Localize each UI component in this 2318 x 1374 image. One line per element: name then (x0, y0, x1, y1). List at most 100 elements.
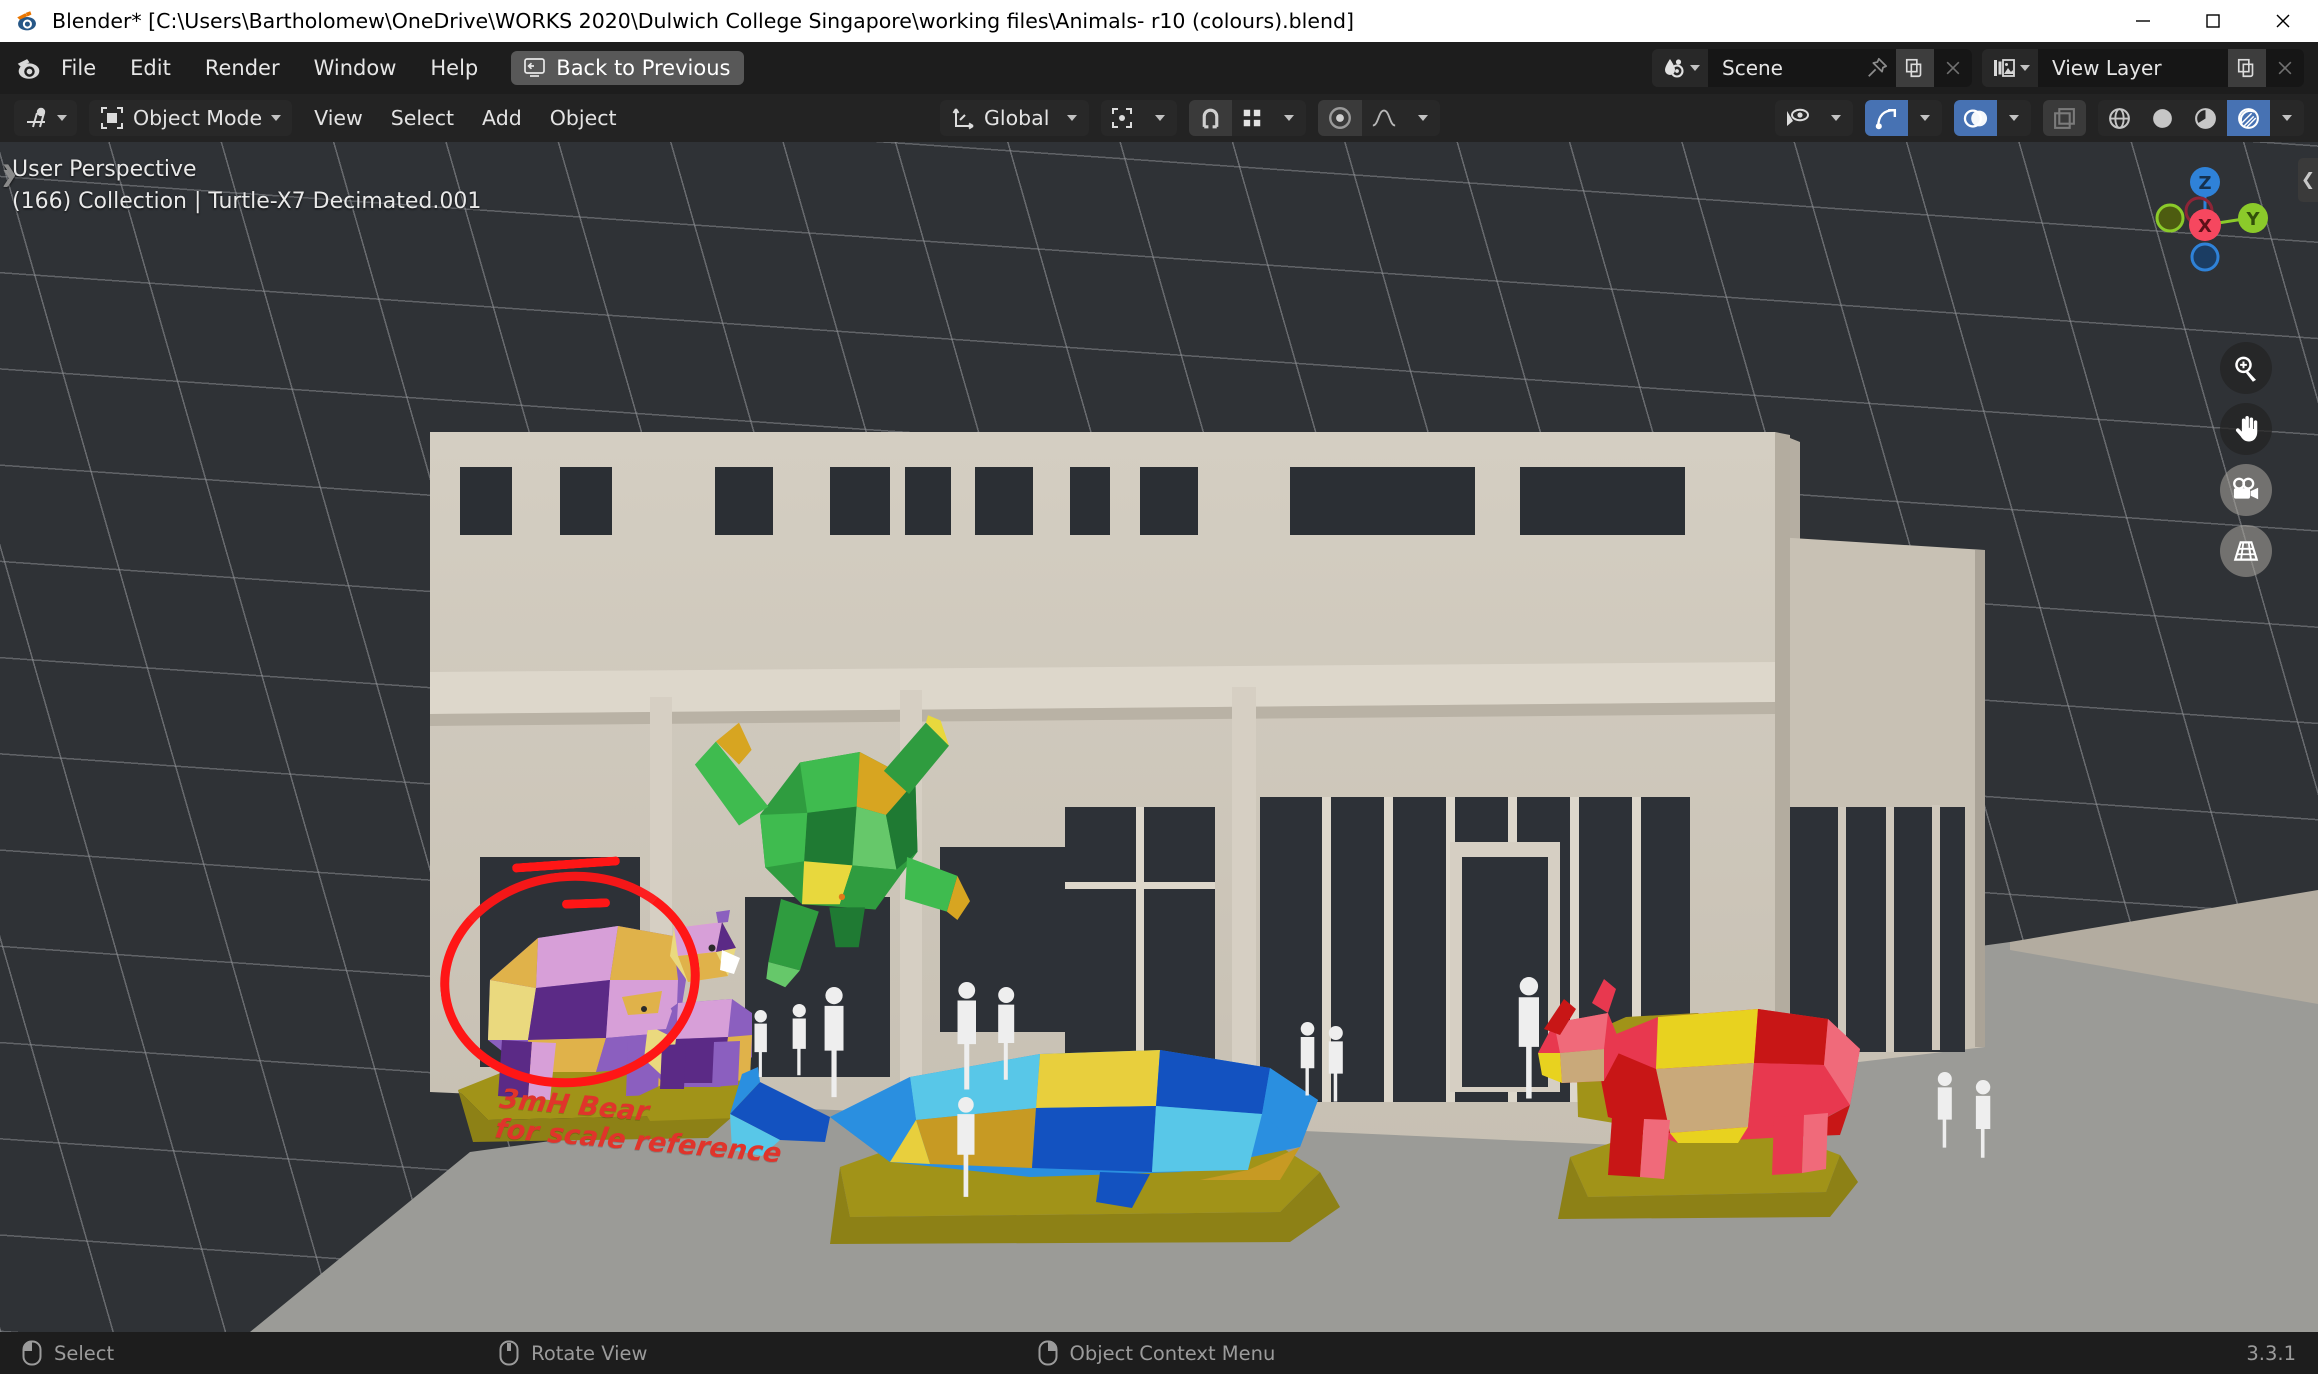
gizmo-axis-z-label: Z (2198, 173, 2211, 194)
gizmo-axis-x-label: X (2198, 216, 2212, 237)
viewport-sidebar-toggle[interactable]: ❮ (2298, 158, 2318, 202)
proportional-edit-toggle[interactable] (1318, 100, 1363, 136)
overlays-toggle-button[interactable] (1954, 100, 1997, 136)
shading-wireframe-icon (2109, 107, 2130, 129)
object-visibility-group[interactable] (1775, 100, 1853, 136)
snap-increment-icon (1244, 109, 1261, 127)
view-layer-new-button[interactable] (2228, 49, 2266, 87)
view-layer-selector[interactable]: View Layer (1982, 49, 2304, 87)
annotation-stroke-2 (561, 898, 611, 909)
viewport-menu-object[interactable]: Object (536, 103, 631, 133)
mouse-middle-button-icon (499, 1340, 519, 1366)
viewport-menu-view[interactable]: View (300, 103, 377, 133)
pivot-point-selector[interactable] (1101, 100, 1178, 136)
transform-orientation-label: Global (984, 106, 1050, 130)
scene-data-icon-button[interactable] (1652, 49, 1708, 87)
gizmo-axis-neg-z[interactable] (2190, 242, 2220, 272)
chevron-down-icon (2020, 65, 2030, 71)
view-layer-remove-button[interactable] (2266, 49, 2304, 87)
viewport-nav-buttons (2220, 342, 2272, 577)
status-rotate-view-label: Rotate View (531, 1341, 648, 1365)
gizmo-toggle-button[interactable] (1865, 100, 1908, 136)
navigation-gizmo[interactable]: Z Y X (2130, 150, 2280, 300)
menu-help[interactable]: Help (415, 52, 493, 84)
chevron-down-icon (1067, 115, 1078, 121)
snapping-group[interactable] (1189, 100, 1307, 136)
camera-view-button[interactable] (2220, 464, 2272, 516)
object-visibility-icon (1787, 108, 1809, 126)
shading-material-preview-button[interactable] (2184, 100, 2227, 136)
move-view-button[interactable] (2220, 403, 2272, 455)
blender-window: Blender* [C:\Users\Bartholomew\OneDrive\… (0, 0, 2318, 1374)
move-view-icon (2235, 416, 2258, 442)
gizmo-icon (1875, 108, 1897, 129)
overlays-group[interactable] (1954, 100, 2031, 136)
status-bar: Select Rotate View Object Context Menu 3… (0, 1332, 2318, 1374)
viewport-toolbar-toggle[interactable]: ❯ (0, 158, 16, 198)
viewport-header-center-group: Global (940, 100, 1441, 136)
scene-selector[interactable]: Scene (1652, 49, 1972, 87)
scene-unlink-button[interactable] (1934, 49, 1972, 87)
view-layer-name-field[interactable]: View Layer (2038, 49, 2228, 87)
scene-name-field[interactable]: Scene (1708, 49, 1858, 87)
snap-toggle-button[interactable] (1189, 100, 1233, 136)
blender-logo-icon (17, 11, 36, 31)
topbar-right-group: Scene View Layer (1652, 49, 2318, 87)
gizmo-axis-neg-y[interactable] (2155, 203, 2185, 233)
viewport-menu-add[interactable]: Add (468, 103, 536, 133)
object-mode-icon (101, 107, 123, 129)
pin-icon (1868, 57, 1888, 77)
maximize-button[interactable] (2178, 0, 2248, 42)
back-to-previous-button[interactable]: Back to Previous (511, 51, 745, 85)
snap-target-button[interactable] (1232, 100, 1272, 136)
chevron-down-icon (1155, 115, 1166, 121)
orientation-axes-icon (952, 108, 974, 130)
shading-wireframe-button[interactable] (2098, 100, 2141, 136)
scene-pin-button[interactable] (1858, 49, 1896, 87)
falloff-curve-icon (1372, 109, 1396, 127)
scene-data-icon (1665, 59, 1684, 78)
camera-view-icon (2233, 477, 2259, 500)
new-copy-icon (1905, 58, 1922, 78)
close-button[interactable] (2248, 0, 2318, 42)
xray-toggle-button[interactable] (2043, 100, 2086, 136)
menu-window[interactable]: Window (299, 52, 412, 84)
status-rotate-view: Rotate View (499, 1340, 648, 1366)
editor-type-3d-viewport-icon (27, 107, 46, 128)
scene-new-button[interactable] (1896, 49, 1934, 87)
3d-viewport[interactable]: 3mH Bear for scale reference ❯ User Pers… (0, 142, 2318, 1332)
gizmo-group[interactable] (1865, 100, 1942, 136)
minimize-button[interactable] (2108, 0, 2178, 42)
zoom-view-icon (2235, 356, 2256, 382)
chevron-down-icon (2282, 115, 2292, 121)
object-visibility-button[interactable] (1775, 100, 1819, 136)
editor-type-button[interactable] (14, 100, 77, 136)
blender-logo-icon[interactable] (14, 53, 44, 83)
menu-render[interactable]: Render (190, 52, 295, 84)
viewport-header: Object Mode View Select Add Object Globa… (0, 94, 2318, 142)
x-icon (1946, 61, 1960, 75)
falloff-button[interactable] (1362, 100, 1406, 136)
shading-solid-button[interactable] (2141, 100, 2184, 136)
toggle-perspective-icon (2233, 541, 2259, 561)
menu-edit[interactable]: Edit (115, 52, 186, 84)
transform-orientation-selector[interactable]: Global (940, 100, 1090, 136)
proportional-editing-group[interactable] (1318, 100, 1441, 136)
chevron-down-icon (1284, 115, 1295, 121)
blender-version-label: 3.3.1 (2246, 1341, 2296, 1365)
viewport-menu-select[interactable]: Select (377, 103, 468, 133)
chevron-down-icon (1920, 115, 1930, 121)
window-title-bar: Blender* [C:\Users\Bartholomew\OneDrive\… (0, 0, 2318, 42)
xray-group[interactable] (2043, 100, 2086, 136)
interaction-mode-selector[interactable]: Object Mode (89, 100, 293, 136)
zoom-view-button[interactable] (2220, 342, 2272, 394)
window-controls (2108, 0, 2318, 42)
toggle-perspective-button[interactable] (2220, 525, 2272, 577)
x-icon (2278, 61, 2292, 75)
xray-toggle-icon (2054, 107, 2075, 129)
shading-mode-group[interactable] (2098, 100, 2304, 136)
status-select: Select (22, 1340, 114, 1366)
menu-file[interactable]: File (46, 52, 111, 84)
view-layer-icon-button[interactable] (1982, 49, 2038, 87)
shading-rendered-button[interactable] (2227, 100, 2270, 136)
